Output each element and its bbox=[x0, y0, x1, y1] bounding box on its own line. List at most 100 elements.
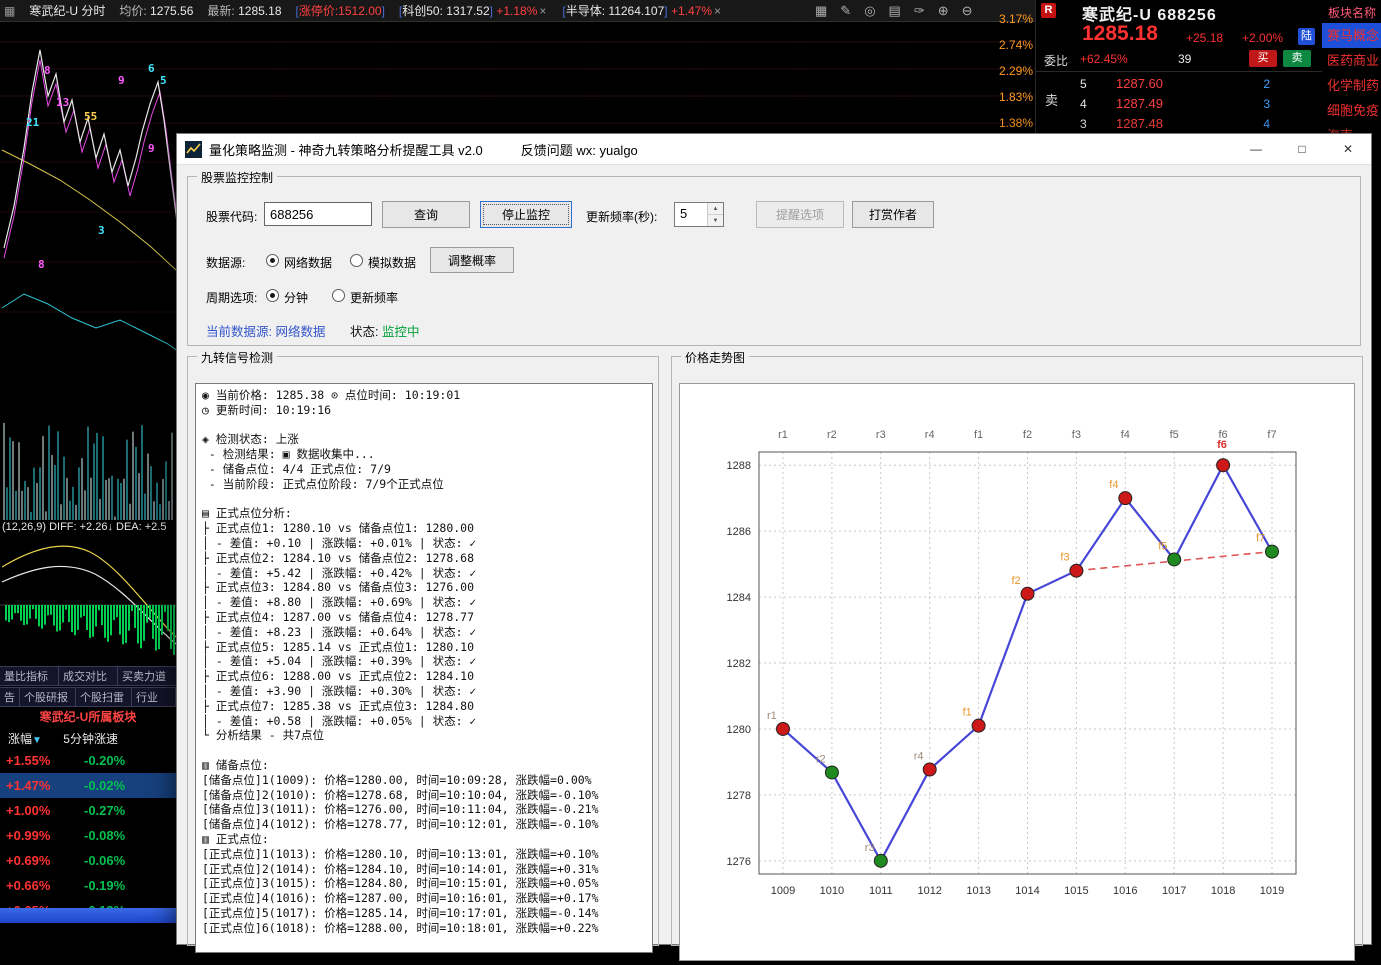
view-icon[interactable]: ◎ bbox=[864, 3, 875, 19]
svg-text:1276: 1276 bbox=[727, 856, 751, 868]
sector-item[interactable]: 医药商业 bbox=[1322, 48, 1381, 73]
buy-button[interactable]: 买 bbox=[1249, 50, 1277, 67]
grid-icon[interactable]: ▦ bbox=[815, 3, 827, 19]
stepper-down-icon[interactable]: ▼ bbox=[708, 215, 723, 226]
svg-text:f5: f5 bbox=[1158, 540, 1167, 552]
svg-text:r1: r1 bbox=[778, 429, 788, 441]
tab-行业[interactable]: 行业 bbox=[132, 687, 176, 707]
app-icon: ▦ bbox=[4, 4, 15, 18]
ask-qty: 2 bbox=[1236, 77, 1270, 91]
adjust-probability-button[interactable]: 调整概率 bbox=[430, 247, 514, 273]
sector-item[interactable]: 细胞免疫 bbox=[1322, 98, 1381, 123]
update-freq-radio[interactable] bbox=[332, 289, 345, 302]
tab-个股扫雷[interactable]: 个股扫雷 bbox=[76, 687, 132, 707]
tab-告[interactable]: 告 bbox=[0, 687, 20, 707]
change-value: +0.69% bbox=[0, 853, 84, 868]
axis-pct-label: 3.17% bbox=[999, 12, 1035, 26]
svg-text:f4: f4 bbox=[1121, 429, 1130, 441]
toolbar-icons: ▦ ✎ ◎ ▤ ✑ ⊕ ⊖ bbox=[815, 0, 973, 22]
axis-pct-label: 1.83% bbox=[999, 90, 1035, 104]
sector-item[interactable]: 赛马概念 bbox=[1322, 23, 1381, 48]
change-value: +1.55% bbox=[0, 753, 84, 768]
ask-level: 3 bbox=[1080, 117, 1087, 131]
change-row[interactable]: +1.55%-0.20% bbox=[0, 748, 176, 773]
weicha-value: 39 bbox=[1178, 52, 1191, 66]
current-datasource-text: 当前数据源: 网络数据 bbox=[206, 321, 325, 340]
stop-monitor-button[interactable]: 停止监控 bbox=[480, 201, 572, 228]
window-icon bbox=[185, 141, 202, 158]
macd-label: (12,26,9) DIFF: +2.26↓ DEA: +2.5 bbox=[2, 521, 178, 535]
axis-pct-label: 2.29% bbox=[999, 64, 1035, 78]
query-button[interactable]: 查询 bbox=[382, 201, 470, 228]
close-button[interactable]: ✕ bbox=[1325, 134, 1371, 164]
col-change[interactable]: 涨幅 bbox=[0, 732, 32, 746]
sell-button[interactable]: 卖 bbox=[1283, 50, 1311, 67]
tip-author-button[interactable]: 打赏作者 bbox=[852, 201, 934, 228]
price-trend-group: 价格走势图 1276127812801282128412861288100910… bbox=[671, 356, 1363, 946]
change-value: +1.47% bbox=[0, 778, 84, 793]
log-line: ◉ 当前价格: 1285.38 ⊙ 点位时间: 10:19:01 bbox=[202, 388, 646, 403]
signal-log[interactable]: ◉ 当前价格: 1285.38 ⊙ 点位时间: 10:19:01◷ 更新时间: … bbox=[195, 383, 653, 953]
svg-text:1014: 1014 bbox=[1015, 885, 1039, 897]
speed-value: -0.08% bbox=[84, 828, 125, 843]
remind-options-button[interactable]: 提醒选项 bbox=[756, 201, 844, 228]
network-data-radio[interactable] bbox=[266, 254, 279, 267]
col-speed[interactable]: 5分钟涨速 bbox=[45, 732, 118, 746]
zoom-in-icon[interactable]: ⊕ bbox=[938, 3, 949, 19]
sim-data-radio[interactable] bbox=[350, 254, 363, 267]
log-line: ▥ 正式点位: bbox=[202, 832, 646, 847]
index2-close-icon[interactable]: × bbox=[712, 4, 723, 18]
log-line: - 储备点位: 4/4 正式点位: 7/9 bbox=[202, 462, 646, 477]
network-data-radio-label[interactable]: 网络数据 bbox=[284, 254, 332, 271]
bottom-blue-bar[interactable] bbox=[0, 908, 176, 923]
print-icon[interactable]: ▤ bbox=[889, 3, 901, 19]
change-row[interactable]: +0.99%-0.08% bbox=[0, 823, 176, 848]
annotate-icon[interactable]: ✑ bbox=[914, 3, 925, 19]
r-badge: R bbox=[1041, 3, 1056, 18]
maximize-button[interactable]: □ bbox=[1279, 134, 1325, 164]
stock-code-input[interactable] bbox=[264, 202, 372, 226]
svg-text:1009: 1009 bbox=[771, 885, 795, 897]
log-line: ◈ 检测状态: 上涨 bbox=[202, 432, 646, 447]
zoom-out-icon[interactable]: ⊖ bbox=[962, 3, 973, 19]
quote-price: 1285.18 bbox=[1082, 22, 1158, 46]
tab-买卖力道[interactable]: 买卖力道 bbox=[118, 666, 177, 686]
log-line: │ - 差值: +5.42 | 涨跌幅: +0.42% | 状态: ✓ bbox=[202, 566, 646, 581]
svg-text:r1: r1 bbox=[767, 710, 777, 722]
update-freq-label: 更新频率(秒): bbox=[586, 208, 657, 225]
minimize-button[interactable]: — bbox=[1233, 134, 1279, 164]
stepper-up-icon[interactable]: ▲ bbox=[708, 203, 723, 215]
report-tabs: 告个股研报个股扫雷行业 bbox=[0, 687, 176, 707]
draw-icon[interactable]: ✎ bbox=[840, 3, 851, 19]
log-line: [正式点位]2(1014): 价格=1284.10, 时间=10:14:01, … bbox=[202, 862, 646, 877]
sector-items: 赛马概念医药商业化学制药细胞免疫海南 bbox=[1322, 23, 1381, 148]
sim-data-radio-label[interactable]: 模拟数据 bbox=[368, 254, 416, 271]
speed-value: -0.06% bbox=[84, 853, 125, 868]
change-row[interactable]: +0.66%-0.19% bbox=[0, 873, 176, 898]
tab-成交对比[interactable]: 成交对比 bbox=[59, 666, 118, 686]
ask-level: 4 bbox=[1080, 97, 1087, 111]
tab-个股研报[interactable]: 个股研报 bbox=[20, 687, 76, 707]
minute-radio-label[interactable]: 分钟 bbox=[284, 289, 308, 306]
minute-radio[interactable] bbox=[266, 289, 279, 302]
change-row[interactable]: +1.47%-0.02% bbox=[0, 773, 176, 798]
log-line: ├ 正式点位1: 1280.10 vs 储备点位1: 1280.00 bbox=[202, 521, 646, 536]
tab-量比指标[interactable]: 量比指标 bbox=[0, 666, 59, 686]
log-line: ▥ 储备点位: bbox=[202, 758, 646, 773]
ask-price: 1287.48 bbox=[1116, 116, 1163, 131]
window-titlebar[interactable]: 量化策略监测 - 神奇九转策略分析提醒工具 v2.0 反馈问题 wx: yual… bbox=[177, 134, 1371, 165]
change-row[interactable]: +1.00%-0.27% bbox=[0, 798, 176, 823]
log-line: [储备点位]4(1012): 价格=1278.77, 时间=10:12:01, … bbox=[202, 817, 646, 832]
sector-item[interactable]: 化学制药 bbox=[1322, 73, 1381, 98]
log-line: ◷ 更新时间: 10:19:16 bbox=[202, 403, 646, 418]
window-title: 量化策略监测 - 神奇九转策略分析提醒工具 v2.0 bbox=[209, 140, 483, 159]
index1-close-icon[interactable]: × bbox=[537, 4, 548, 18]
svg-text:1278: 1278 bbox=[727, 790, 751, 802]
log-line: │ - 差值: +8.23 | 涨跌幅: +0.64% | 状态: ✓ bbox=[202, 625, 646, 640]
change-row[interactable]: +0.69%-0.06% bbox=[0, 848, 176, 873]
update-freq-radio-label[interactable]: 更新频率 bbox=[350, 289, 398, 306]
svg-text:f4: f4 bbox=[1109, 479, 1118, 491]
update-freq-stepper[interactable]: 5 ▲ ▼ bbox=[674, 202, 724, 227]
svg-text:1015: 1015 bbox=[1064, 885, 1088, 897]
svg-text:1286: 1286 bbox=[727, 526, 751, 538]
